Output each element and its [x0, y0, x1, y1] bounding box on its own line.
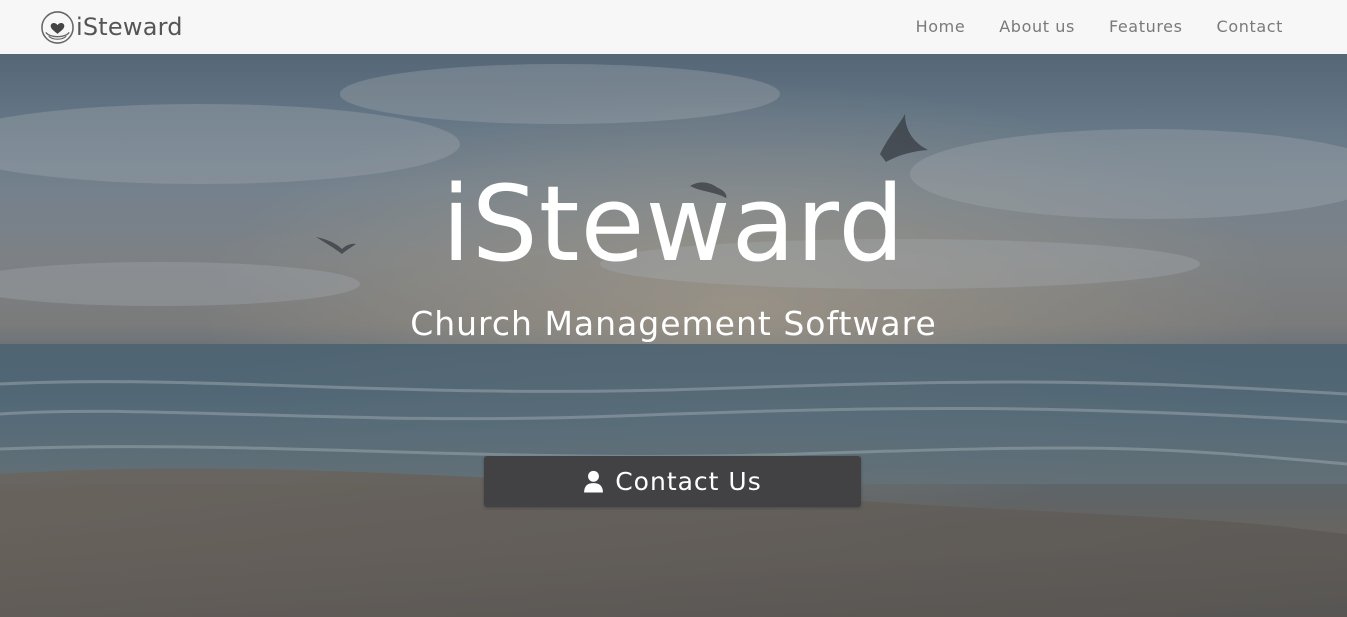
brand-link[interactable]: iSteward — [40, 9, 183, 45]
heart-in-hands-icon — [41, 10, 74, 44]
brand-name: iSteward — [76, 13, 183, 41]
nav-item-contact: Contact — [1217, 17, 1283, 37]
contact-us-label: Contact Us — [615, 467, 762, 496]
user-icon — [584, 470, 604, 493]
nav-link-home[interactable]: Home — [916, 17, 966, 36]
nav-item-features: Features — [1109, 17, 1183, 37]
hero-title: iSteward — [441, 163, 906, 285]
hero-subtitle: Church Management Software — [410, 304, 937, 343]
nav-link-features[interactable]: Features — [1109, 17, 1183, 36]
main-nav: Home About us Features Contact — [882, 0, 1283, 54]
hero-section: iSteward Church Management Software Cont… — [0, 54, 1347, 617]
contact-us-button[interactable]: Contact Us — [484, 456, 861, 507]
nav-link-contact[interactable]: Contact — [1217, 17, 1283, 36]
nav-item-about: About us — [999, 17, 1075, 37]
nav-link-about[interactable]: About us — [999, 17, 1075, 36]
nav-item-home: Home — [916, 17, 966, 37]
navbar: iSteward Home About us Features Contact — [0, 0, 1347, 54]
